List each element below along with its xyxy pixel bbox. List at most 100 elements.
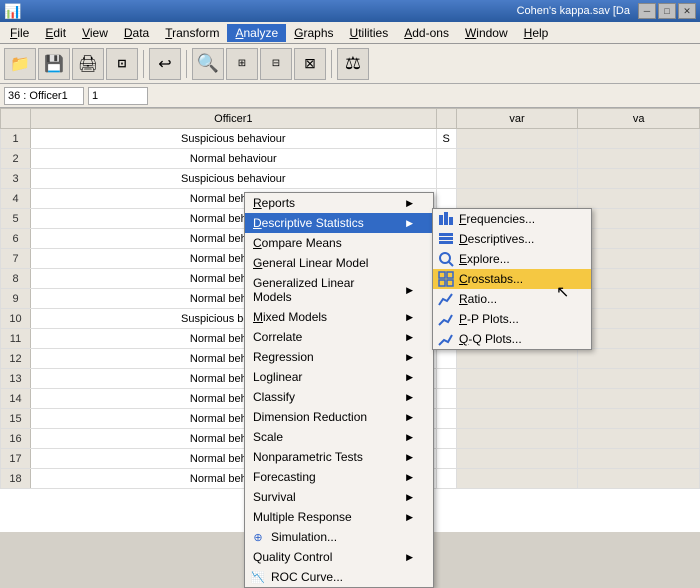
empty-col-2 (578, 309, 700, 329)
toolbar: 📁 💾 🖨 ⊡ ↩ 🔍 ⊞ ⊟ ⊠ ⚖ (0, 44, 700, 84)
empty-col-1 (456, 189, 578, 209)
desc-pp-plots[interactable]: P-P Plots... (433, 309, 591, 329)
open-button[interactable]: 📁 (4, 48, 36, 80)
row-number-header (1, 109, 31, 129)
flag-cell (436, 429, 456, 449)
analyze-desc-stats[interactable]: Descriptive Statistics ▶ (245, 213, 433, 233)
analyze-scale[interactable]: Scale ▶ (245, 427, 433, 447)
analyze-survival[interactable]: Survival ▶ (245, 487, 433, 507)
menu-graphs[interactable]: Graphs (286, 24, 341, 42)
empty-col-2 (578, 469, 700, 489)
descriptives-label: Descriptives... (459, 232, 534, 246)
empty-col-2 (578, 409, 700, 429)
desc-explore[interactable]: Explore... (433, 249, 591, 269)
forecasting-arrow: ▶ (406, 472, 413, 483)
desc-descriptives[interactable]: Descriptives... (433, 229, 591, 249)
variable-value-box[interactable]: 1 (88, 87, 148, 105)
table-row: 1Suspicious behaviourS (1, 129, 700, 149)
menu-analyze[interactable]: Analyze (227, 24, 286, 42)
explore-label: Explore... (459, 252, 510, 266)
maximize-button[interactable]: □ (658, 3, 676, 19)
row-number-cell: 13 (1, 369, 31, 389)
row-number-cell: 1 (1, 129, 31, 149)
save-button[interactable]: 💾 (38, 48, 70, 80)
analyze-glm[interactable]: General Linear Model (245, 253, 433, 273)
flag-cell (436, 469, 456, 489)
analyze-classify[interactable]: Classify ▶ (245, 387, 433, 407)
empty-col-1 (456, 409, 578, 429)
insert-vars[interactable]: ⊟ (260, 48, 292, 80)
analyze-multiple-response[interactable]: Multiple Response ▶ (245, 507, 433, 527)
menu-addons[interactable]: Add-ons (396, 24, 457, 42)
menu-utilities[interactable]: Utilities (342, 24, 397, 42)
menu-data[interactable]: Data (116, 24, 157, 42)
analyze-reports[interactable]: Reports ▶ (245, 193, 433, 213)
glm-label: General Linear Model (253, 256, 368, 270)
row-number-cell: 3 (1, 169, 31, 189)
analyze-genlm[interactable]: Generalized Linear Models ▶ (245, 273, 433, 307)
variable-name-box[interactable]: 36 : Officer1 (4, 87, 84, 105)
empty-col-2 (578, 389, 700, 409)
ratio-label: Ratio... (459, 292, 497, 306)
empty-col-2 (578, 209, 700, 229)
crosstabs-icon (437, 270, 455, 288)
classify-arrow: ▶ (406, 392, 413, 403)
analyze-nonparam[interactable]: Nonparametric Tests ▶ (245, 447, 433, 467)
menu-window[interactable]: Window (457, 24, 516, 42)
desc-qq-plots[interactable]: Q-Q Plots... (433, 329, 591, 349)
desc-stats-label: Descriptive Statistics (253, 216, 364, 230)
desc-frequencies[interactable]: Frequencies... (433, 209, 591, 229)
reports-arrow: ▶ (406, 198, 413, 209)
analyze-compare-means[interactable]: Compare Means (245, 233, 433, 253)
titlebar-controls[interactable]: ─ □ ✕ (638, 3, 696, 19)
analyze-forecasting[interactable]: Forecasting ▶ (245, 467, 433, 487)
toolbar-sep3 (331, 50, 332, 78)
analyze-simulation[interactable]: ⊕ Simulation... (245, 527, 433, 547)
insert-cases[interactable]: ⊞ (226, 48, 258, 80)
row-number-cell: 9 (1, 289, 31, 309)
analyze-dim-reduction[interactable]: Dimension Reduction ▶ (245, 407, 433, 427)
genlm-arrow: ▶ (406, 285, 413, 296)
minimize-button[interactable]: ─ (638, 3, 656, 19)
menu-transform[interactable]: Transform (157, 24, 227, 42)
analyze-loglinear[interactable]: Loglinear ▶ (245, 367, 433, 387)
menu-view[interactable]: View (74, 24, 116, 42)
simulation-icon: ⊕ (249, 528, 267, 546)
dialog-recall[interactable]: ⊡ (106, 48, 138, 80)
row-number-cell: 11 (1, 329, 31, 349)
titlebar: 📊 Cohen's kappa.sav [Da ─ □ ✕ (0, 0, 700, 22)
empty-col-2 (578, 249, 700, 269)
empty-col-1 (456, 349, 578, 369)
flag-cell: S (436, 129, 456, 149)
analyze-mixed[interactable]: Mixed Models ▶ (245, 307, 433, 327)
empty-col-2 (578, 349, 700, 369)
analyze-roc[interactable]: 📉 ROC Curve... (245, 567, 433, 587)
explore-icon (437, 250, 455, 268)
nonparam-label: Nonparametric Tests (253, 450, 363, 464)
close-button[interactable]: ✕ (678, 3, 696, 19)
row-number-cell: 7 (1, 249, 31, 269)
desc-ratio[interactable]: Ratio... (433, 289, 591, 309)
analyze-menu-popup[interactable]: Reports ▶ Descriptive Statistics ▶ Compa… (244, 192, 434, 588)
analyze-quality-control[interactable]: Quality Control ▶ (245, 547, 433, 567)
split-file[interactable]: ⊠ (294, 48, 326, 80)
menu-edit[interactable]: Edit (37, 24, 74, 42)
empty-col-2 (578, 149, 700, 169)
officer1-cell: Suspicious behaviour (31, 129, 437, 149)
print-button[interactable]: 🖨 (72, 48, 104, 80)
value-labels[interactable]: ⚖ (337, 48, 369, 80)
empty-col-2 (578, 329, 700, 349)
analyze-correlate[interactable]: Correlate ▶ (245, 327, 433, 347)
officer1-header[interactable]: Officer1 (31, 109, 437, 129)
row-number-cell: 8 (1, 269, 31, 289)
empty-col-1 (456, 169, 578, 189)
var-header: var (456, 109, 578, 129)
variable-name-label: 36 : Officer1 (8, 90, 68, 102)
desc-stats-submenu[interactable]: Frequencies... Descriptives... Explore..… (432, 208, 592, 350)
desc-crosstabs[interactable]: Crosstabs... (433, 269, 591, 289)
find-button[interactable]: 🔍 (192, 48, 224, 80)
undo-button[interactable]: ↩ (149, 48, 181, 80)
analyze-regression[interactable]: Regression ▶ (245, 347, 433, 367)
menu-file[interactable]: File (2, 24, 37, 42)
menu-help[interactable]: Help (516, 24, 557, 42)
